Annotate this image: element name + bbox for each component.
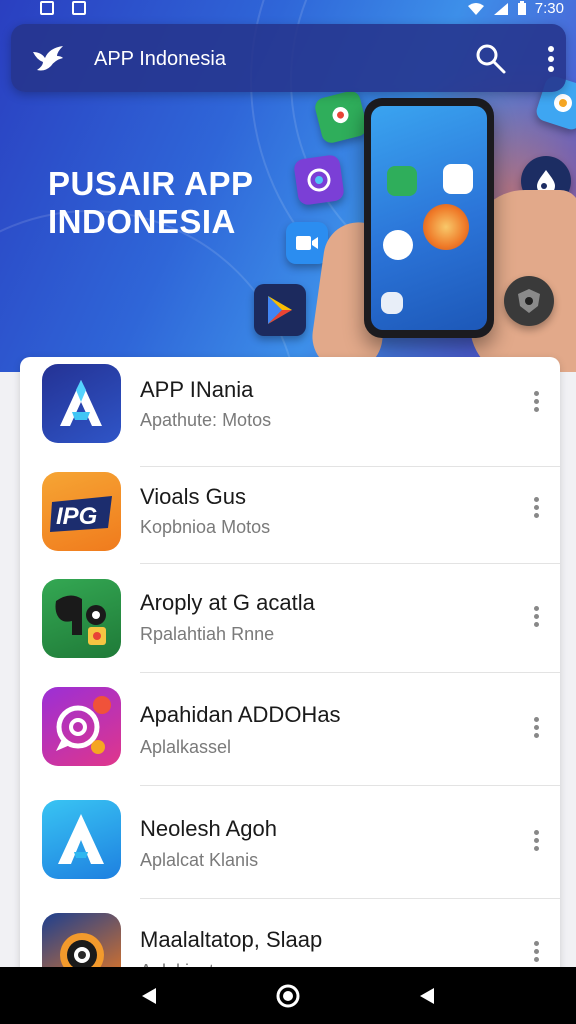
search-icon[interactable] — [473, 41, 507, 75]
app-subtitle: Kopbnioa Motos — [140, 517, 271, 537]
floating-chat-icon — [293, 154, 345, 206]
item-more-icon[interactable] — [526, 826, 546, 854]
floating-play-store-icon — [254, 284, 306, 336]
list-item[interactable]: IPG Vioals Gus Kopbnioa Motos — [20, 458, 560, 564]
back-triangle-icon[interactable] — [134, 981, 164, 1011]
hero-title-line1: PUSAIR APP — [48, 165, 254, 202]
list-item[interactable]: Apahidan ADDOHas Aplalkassel — [20, 673, 560, 786]
svg-text:IPG: IPG — [56, 503, 97, 530]
chat-bubble-app-icon — [42, 687, 121, 766]
status-bar: 7:30 — [0, 0, 576, 20]
battery-icon — [517, 1, 526, 15]
hero-title: PUSAIR APP INDONESIA — [48, 165, 288, 241]
letter-a-app-icon — [42, 364, 121, 443]
recent-triangle-icon[interactable] — [412, 981, 442, 1011]
phone-illustration — [364, 98, 494, 338]
status-time: 7:30 — [534, 0, 564, 17]
ipg-app-icon: IPG — [42, 472, 121, 551]
notification-icon — [72, 1, 86, 15]
hero-title-line2: INDONESIA — [48, 203, 236, 240]
signal-icon — [493, 2, 508, 15]
app-name: Apahidan ADDOHas — [140, 702, 341, 727]
app-subtitle: Rpalahtiah Rnne — [140, 624, 275, 644]
item-more-icon[interactable] — [526, 937, 546, 965]
app-name: APP INania — [140, 377, 254, 402]
floating-video-icon — [286, 222, 328, 264]
item-more-icon[interactable] — [526, 493, 546, 521]
app-name: Aroply at G acatla — [140, 590, 315, 615]
item-more-icon[interactable] — [526, 602, 546, 630]
notification-icon — [40, 1, 54, 15]
home-circle-icon[interactable] — [273, 981, 303, 1011]
navigation-bar — [0, 967, 576, 1024]
app-name: Neolesh Agoh — [140, 816, 277, 841]
item-more-icon[interactable] — [526, 387, 546, 415]
elephant-app-icon — [42, 579, 121, 658]
app-subtitle: Aplalcat Klanis — [140, 850, 259, 870]
app-bar: APP Indonesia — [11, 24, 566, 92]
letter-a-app-icon — [42, 800, 121, 879]
app-name: Maalaltatop, Slaap — [140, 927, 323, 952]
list-item[interactable]: APP INania Apathute: Motos — [20, 357, 560, 467]
app-name: Vioals Gus — [140, 484, 246, 509]
app-list-card: APP INania Apathute: Motos IPG Vioals Gu… — [20, 357, 560, 997]
item-more-icon[interactable] — [526, 713, 546, 741]
app-subtitle: Aplalkassel — [140, 737, 232, 757]
app-title: APP Indonesia — [94, 48, 226, 70]
bird-logo-icon — [33, 46, 63, 71]
app-subtitle: Apathute: Motos — [140, 410, 272, 430]
more-vert-icon[interactable] — [535, 42, 567, 76]
list-item[interactable]: Aroply at G acatla Rpalahtiah Rnne — [20, 564, 560, 673]
list-item[interactable]: Neolesh Agoh Aplalcat Klanis — [20, 786, 560, 899]
floating-shield-icon — [504, 276, 554, 326]
wifi-icon — [467, 2, 484, 15]
screen: PUSAIR APP INDONESIA 7:30 APP Indonesia … — [0, 0, 576, 1024]
